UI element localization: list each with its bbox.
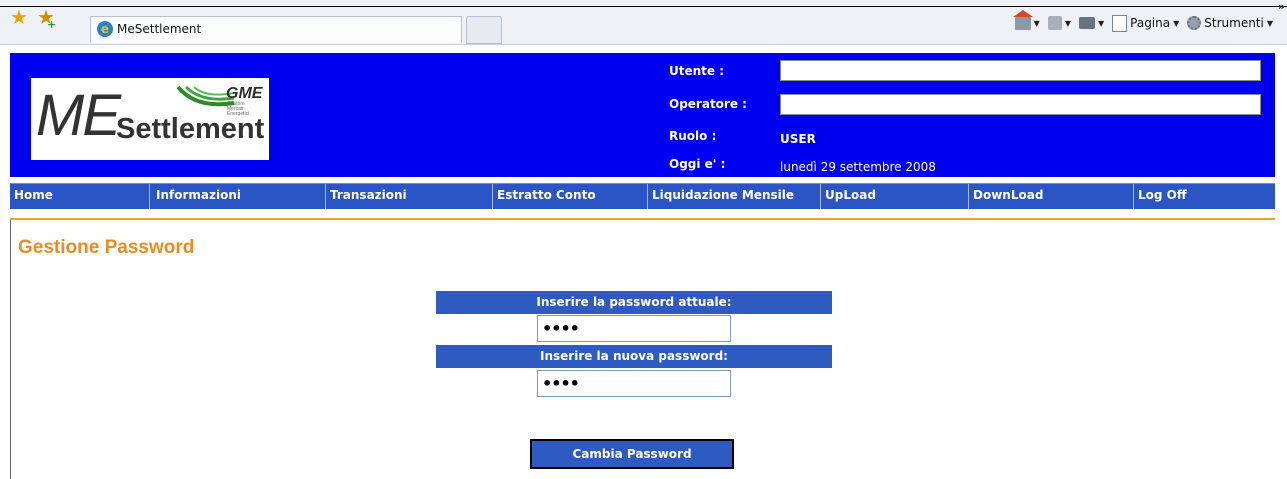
logo-me: ME [36,83,121,148]
rss-icon [1047,16,1062,30]
print-button[interactable]: ▼ [1078,17,1105,29]
print-icon [1078,17,1095,29]
main-nav: Home Informazioni Transazioni Estratto C… [10,183,1275,209]
new-password-label: Inserire la nuova password: [436,345,832,368]
app-header: ME GME Gestore Mercati Energetici Settle… [10,53,1275,177]
nav-home[interactable]: Home [10,184,150,209]
ie-page-icon: e [97,21,113,37]
nav-download[interactable]: DownLoad [969,184,1134,209]
nav-upload[interactable]: UpLoad [821,184,969,209]
page-menu[interactable]: Pagina ▼ [1112,14,1180,32]
add-favorites-icon[interactable]: ★ + [37,7,56,31]
logo-settlement: Settlement [116,113,265,145]
content-left-border [10,220,11,479]
oggi-value: lunedì 29 settembre 2008 [780,160,936,174]
me-settlement-logo: ME GME Gestore Mercati Energetici Settle… [31,78,269,160]
toolbar-overflow-icon[interactable]: » [1278,0,1285,13]
command-bar: ▼ ▼ ▼ Pagina ▼ Strumenti ▼ [1012,10,1273,34]
orange-divider [10,218,1275,220]
page-icon [1112,14,1128,32]
nav-transazioni[interactable]: Transazioni [326,184,493,209]
favorites-star-icon[interactable]: ★ [10,7,28,27]
utente-field [780,60,1261,81]
chevron-down-icon: ▼ [1064,18,1071,28]
browser-tab[interactable]: e MeSettlement [90,16,462,43]
home-button[interactable]: ▼ [1012,10,1040,30]
operatore-label: Operatore : [669,97,747,111]
oggi-label: Oggi e' : [669,157,726,171]
utente-label: Utente : [669,64,725,78]
change-password-button[interactable]: Cambia Password [530,439,734,469]
top-divider [0,6,1287,7]
new-password-input[interactable]: •••• [537,370,731,397]
browser-toolbar: ★ ★ + e MeSettlement ▼ ▼ ▼ Pagina ▼ Strume… [0,0,1287,45]
page-menu-label: Pagina [1130,16,1171,30]
current-password-label: Inserire la password attuale: [436,291,832,314]
tab-title: MeSettlement [117,22,202,36]
current-password-input[interactable]: •••• [537,315,731,342]
page-title: Gestione Password [18,237,195,258]
feeds-button[interactable]: ▼ [1047,16,1071,30]
ruolo-label: Ruolo : [669,129,717,143]
operatore-field [780,94,1261,115]
new-tab-button[interactable] [466,16,502,44]
tools-menu-label: Strumenti [1204,16,1264,30]
chevron-down-icon: ▼ [1097,18,1105,28]
nav-log-off[interactable]: Log Off [1134,184,1275,209]
nav-informazioni[interactable]: Informazioni [150,184,326,209]
home-icon [1012,10,1033,30]
chevron-down-icon: ▼ [1033,18,1040,28]
ruolo-value: USER [780,132,816,146]
chevron-down-icon: ▼ [1266,18,1273,28]
gear-icon [1187,16,1202,30]
nav-liquidazione-mensile[interactable]: Liquidazione Mensile [648,184,821,209]
nav-estratto-conto[interactable]: Estratto Conto [493,184,648,209]
chevron-down-icon: ▼ [1173,18,1180,28]
tools-menu[interactable]: Strumenti ▼ [1187,16,1273,30]
